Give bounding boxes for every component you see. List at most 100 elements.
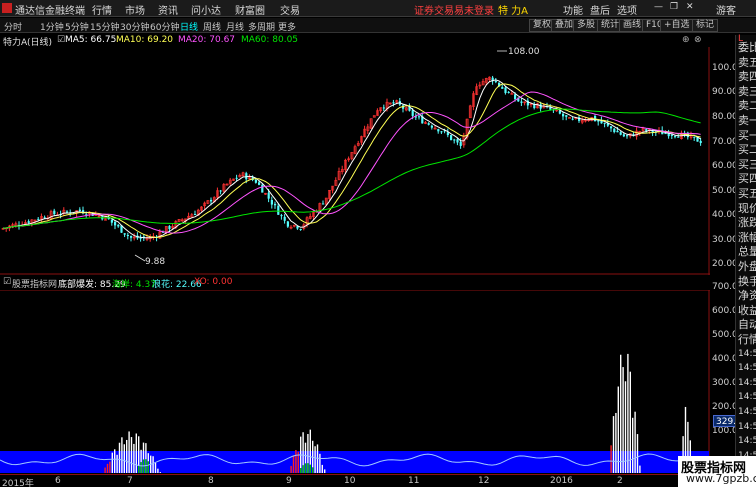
indicator-bar bbox=[152, 456, 154, 473]
sub-axis-label: 600.0 bbox=[712, 306, 738, 316]
candle-body bbox=[53, 210, 56, 215]
period-1min[interactable]: 1分钟 bbox=[40, 20, 64, 33]
login-notice[interactable]: 证券交易易未登录 bbox=[414, 2, 494, 17]
candle-body bbox=[568, 117, 571, 119]
candle-body bbox=[114, 222, 117, 226]
candle-body bbox=[299, 229, 302, 231]
price-axis-label: 30.00 bbox=[712, 235, 738, 245]
sidebar-item: 14:50 bbox=[738, 436, 756, 447]
indicator-bar-green bbox=[304, 463, 307, 473]
sub-axis-label: 500.0 bbox=[712, 330, 738, 340]
candle-body bbox=[427, 123, 430, 125]
candle-body bbox=[254, 179, 257, 183]
indicator-bar bbox=[111, 452, 113, 473]
sidebar-item: 卖三 bbox=[738, 84, 756, 98]
user-label[interactable]: 游客 bbox=[716, 2, 736, 17]
menu-item-caifuquan[interactable]: 财富圈 bbox=[235, 2, 265, 17]
sidebar-item: 14:50 bbox=[738, 363, 756, 374]
app-name: 通达信金融终端 bbox=[15, 6, 85, 17]
indicator-bar bbox=[123, 444, 125, 473]
indicator-bar bbox=[135, 433, 137, 473]
candle-body bbox=[562, 113, 565, 117]
sub-legend-xo: XO: 0.00 bbox=[194, 277, 233, 287]
indicator-bar-green bbox=[307, 463, 309, 473]
maximize-icon[interactable]: ❐ bbox=[670, 2, 678, 12]
candle-body bbox=[504, 87, 507, 93]
annotations: 108.00 9.88 bbox=[134, 47, 540, 267]
app-logo-icon bbox=[2, 3, 12, 13]
candle-body bbox=[459, 141, 462, 146]
price-axis-label: 60.00 bbox=[712, 161, 738, 171]
menu-item-hangqing[interactable]: 行情 bbox=[92, 2, 112, 17]
menu-item-xuanxiang[interactable]: 选项 bbox=[617, 2, 637, 17]
candle-body bbox=[613, 128, 616, 133]
sidebar-item: 14:50 bbox=[738, 377, 756, 388]
date-label: 8 bbox=[208, 476, 214, 486]
indicator-chart[interactable] bbox=[0, 290, 710, 474]
period-5min[interactable]: 5分钟 bbox=[65, 20, 89, 33]
candle-body bbox=[603, 122, 606, 124]
candle-body bbox=[622, 134, 625, 137]
sidebar-item: 净资 bbox=[738, 289, 756, 303]
candle-body bbox=[699, 140, 702, 144]
menu-item-shichang[interactable]: 市场 bbox=[125, 2, 145, 17]
candle-body bbox=[392, 102, 395, 104]
indicator-bar bbox=[157, 468, 159, 473]
period-more[interactable]: 更多 bbox=[278, 20, 296, 33]
period-multi[interactable]: 多周期 bbox=[248, 20, 275, 33]
watermark-url: www.7gpzb.com bbox=[686, 472, 756, 485]
menu-item-wenxiaoda[interactable]: 问小达 bbox=[191, 2, 221, 17]
candle-body bbox=[280, 215, 283, 217]
indicator-bar bbox=[615, 412, 617, 473]
menu-item-gongneng[interactable]: 功能 bbox=[563, 2, 583, 17]
date-label: 6 bbox=[55, 476, 61, 486]
chart-close-icon[interactable]: ⊗ bbox=[694, 35, 702, 45]
mark-button[interactable]: 标记 bbox=[692, 19, 719, 32]
period-fenshi[interactable]: 分时 bbox=[4, 20, 22, 33]
candle-body bbox=[274, 203, 277, 206]
candle-body bbox=[270, 199, 273, 205]
menu-bar: 通达信金融终端 行情 市场 资讯 问小达 财富圈 交易 证券交易易未登录 特 力… bbox=[0, 0, 756, 17]
chart-add-icon[interactable]: ⊕ bbox=[682, 35, 690, 45]
candle-body bbox=[539, 104, 542, 109]
date-label: 11 bbox=[408, 476, 420, 486]
indicator-bar-green bbox=[147, 461, 149, 473]
period-weekly[interactable]: 周线 bbox=[203, 20, 221, 33]
indicator-bar bbox=[118, 442, 121, 473]
candle-body bbox=[571, 118, 574, 120]
period-15min[interactable]: 15分钟 bbox=[90, 20, 119, 33]
legend-settings-icon[interactable]: ☑ bbox=[57, 35, 65, 45]
ma60-line bbox=[2, 108, 701, 229]
candle-body bbox=[565, 115, 568, 117]
candle-body bbox=[117, 225, 120, 227]
period-daily[interactable]: 日线 bbox=[180, 20, 198, 33]
candle-body bbox=[558, 110, 561, 114]
sidebar-item: 现价 bbox=[738, 201, 756, 215]
add-watchlist-button[interactable]: +自选 bbox=[660, 19, 694, 32]
indicator-bar bbox=[109, 461, 111, 473]
candle-body bbox=[78, 209, 81, 211]
period-60min[interactable]: 60分钟 bbox=[150, 20, 179, 33]
candle-body bbox=[37, 218, 40, 220]
indicator-bar bbox=[634, 411, 636, 473]
period-monthly[interactable]: 月线 bbox=[226, 20, 244, 33]
indicator-bar bbox=[116, 454, 118, 473]
candle-body bbox=[437, 129, 440, 132]
indicator-bar bbox=[321, 464, 323, 473]
candle-body bbox=[440, 131, 443, 133]
sub-axis-label: 700.0 bbox=[712, 282, 738, 292]
sub-legend-icon[interactable]: ☑ bbox=[3, 277, 11, 287]
period-30min[interactable]: 30分钟 bbox=[120, 20, 149, 33]
candle-body bbox=[494, 81, 497, 83]
menu-item-zixun[interactable]: 资讯 bbox=[158, 2, 178, 17]
menu-item-panhou[interactable]: 盘后 bbox=[590, 2, 610, 17]
sidebar-item: 14:50 bbox=[738, 421, 756, 432]
date-label: 9 bbox=[286, 476, 292, 486]
kline-chart[interactable]: 108.00 9.88 bbox=[0, 47, 710, 275]
indicator-bar bbox=[128, 431, 130, 473]
menu-item-jiaoyi[interactable]: 交易 bbox=[280, 2, 300, 17]
minimize-icon[interactable]: — bbox=[654, 2, 663, 12]
multi-stock-button[interactable]: 多股 bbox=[573, 19, 600, 32]
sidebar-item: 买一 bbox=[738, 128, 756, 142]
close-icon[interactable]: ✕ bbox=[686, 2, 694, 12]
